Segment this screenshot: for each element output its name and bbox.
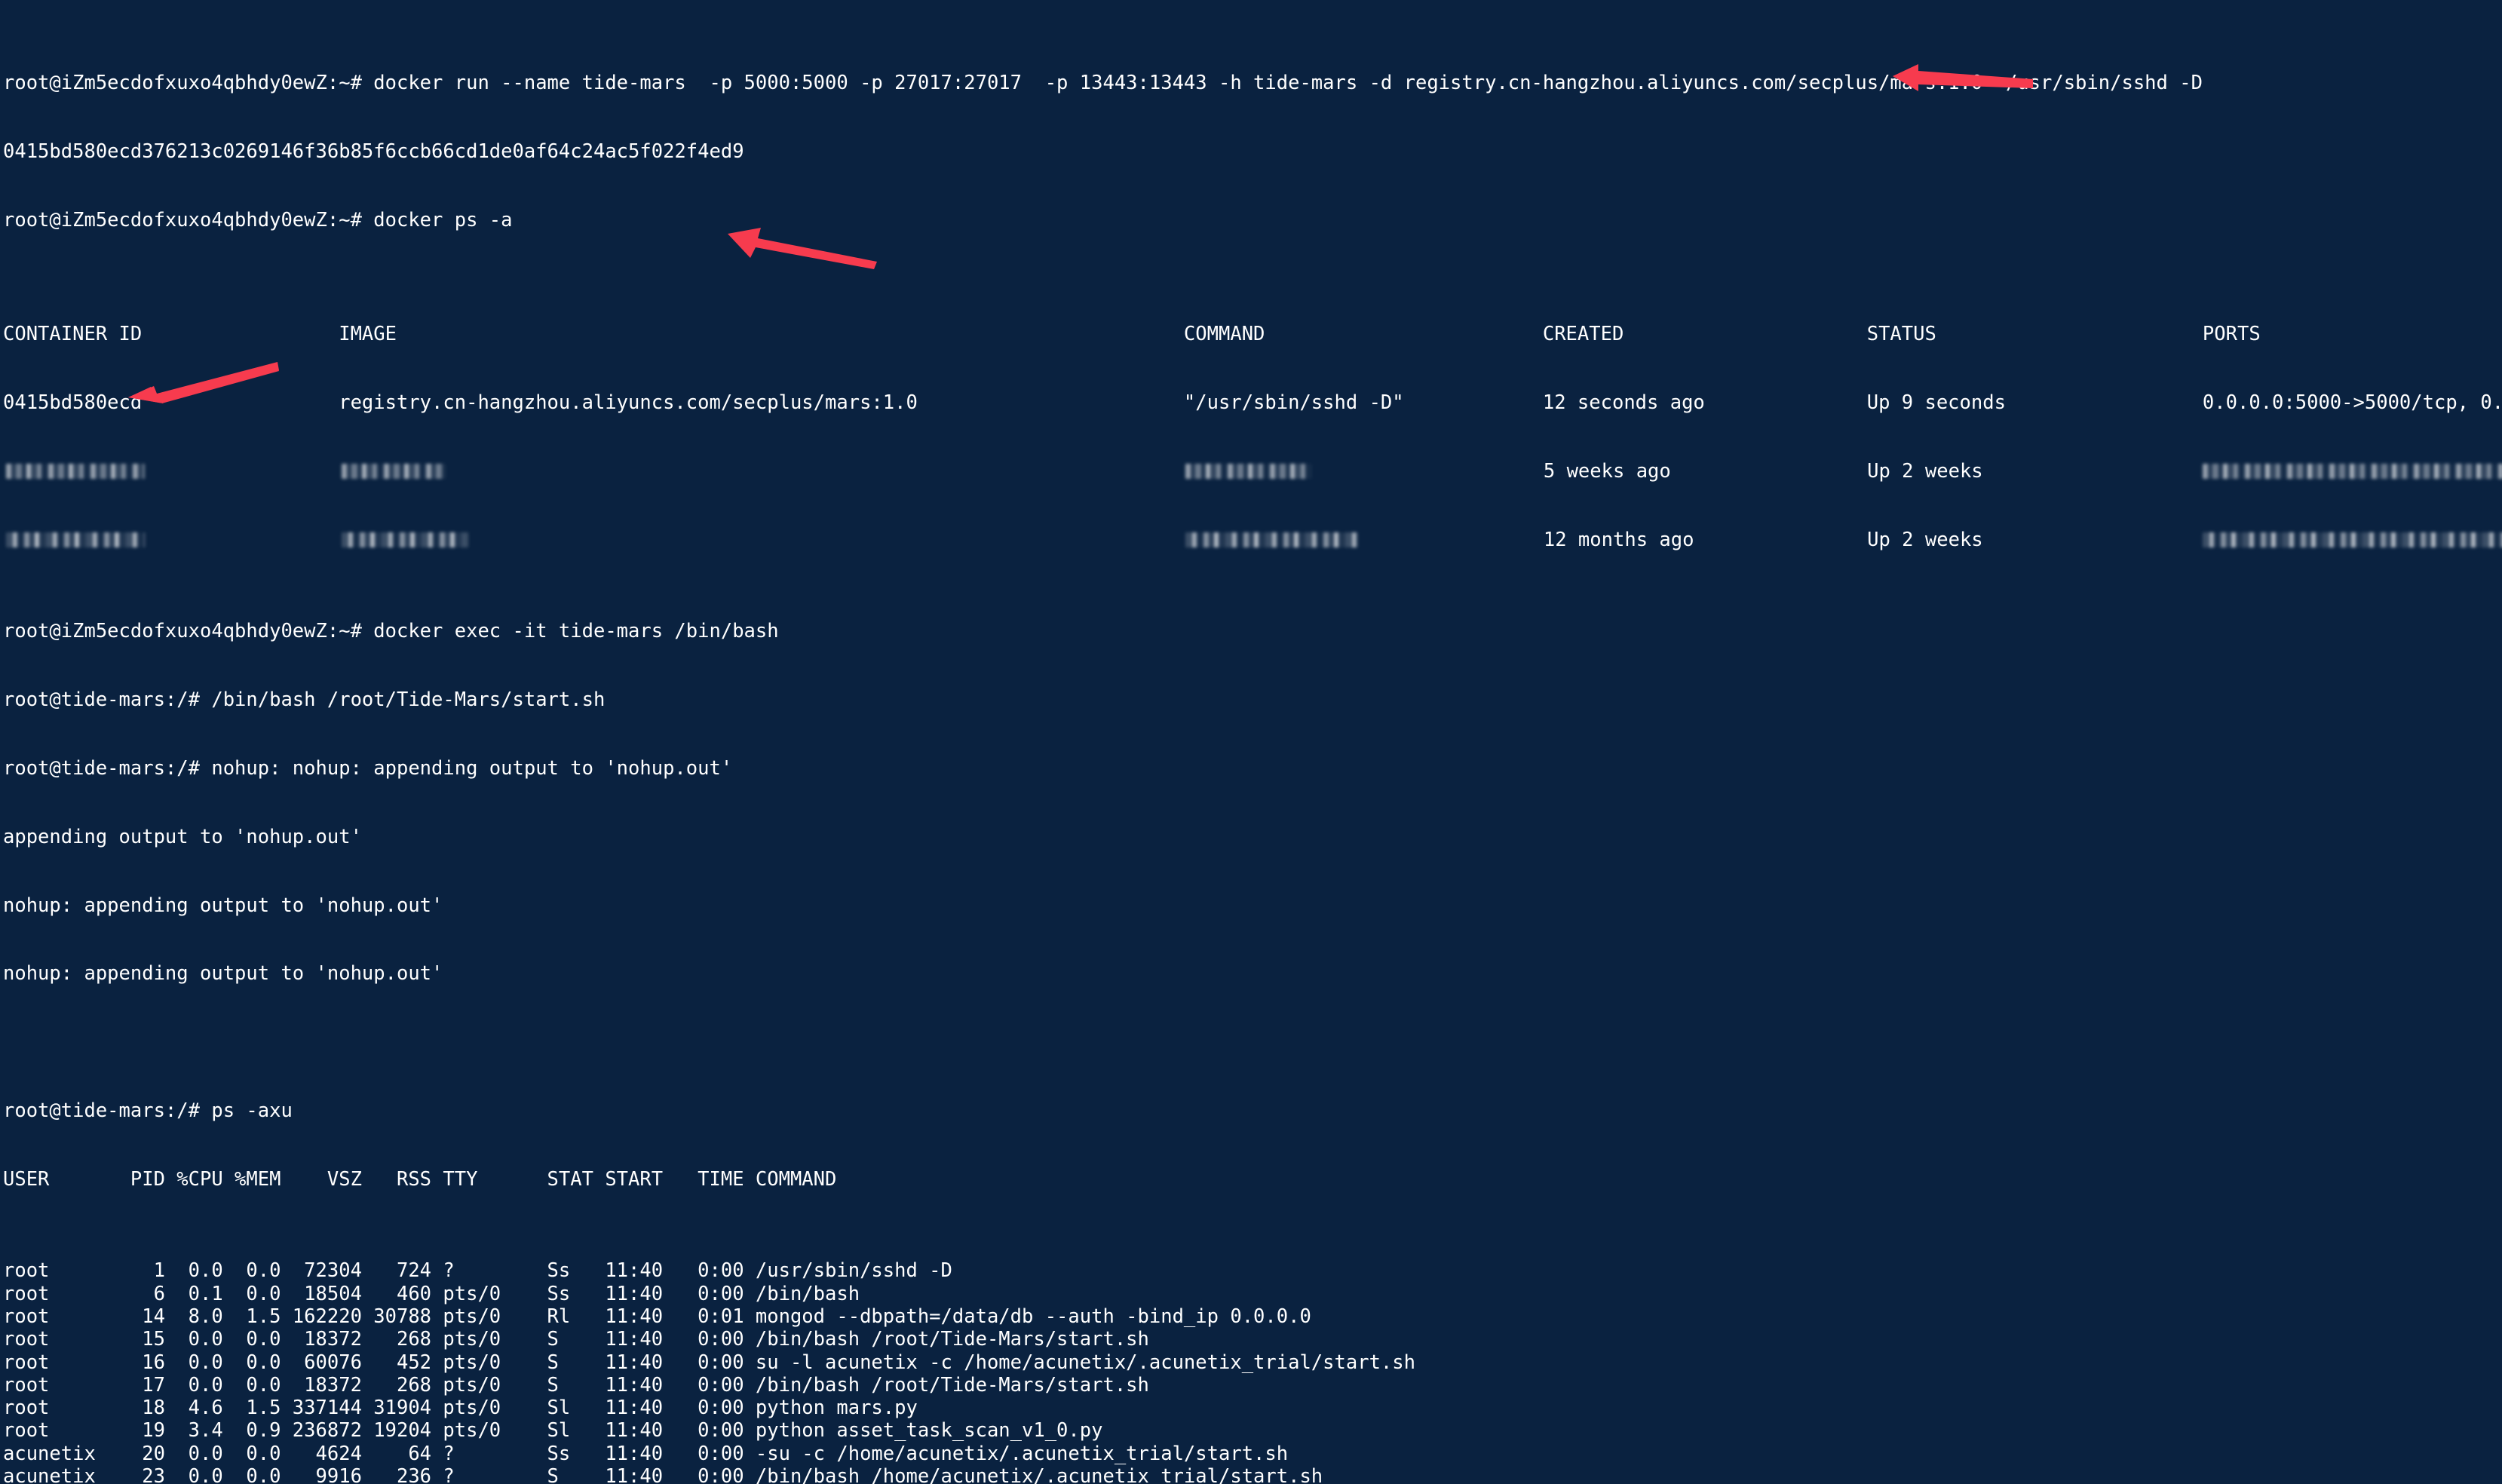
- ps-axu-row: root 1 0.0 0.0 72304 724 ? Ss 11:40 0:00…: [3, 1259, 952, 1283]
- redacted-text-block: [2202, 532, 2502, 547]
- docker-ps-row-text: 0415bd580ecd registry.cn-hangzhou.aliyun…: [3, 391, 2502, 415]
- docker-ps-created-cell: 5 weeks ago: [1543, 459, 1671, 483]
- docker-ps-row: 0415bd580ecd registry.cn-hangzhou.aliyun…: [3, 391, 2502, 414]
- terminal-line-docker-exec: root@iZm5ecdofxuxo4qbhdy0ewZ:~# docker e…: [3, 620, 779, 643]
- ps-axu-row: root 15 0.0 0.0 18372 268 pts/0 S 11:40 …: [3, 1328, 1149, 1351]
- docker-ps-status-cell: Up 2 weeks: [1867, 528, 1983, 551]
- terminal-line-container-hash: 0415bd580ecd376213c0269146f36b85f6ccb66c…: [3, 140, 744, 163]
- terminal-line-docker-ps: root@iZm5ecdofxuxo4qbhdy0ewZ:~# docker p…: [3, 208, 513, 231]
- ps-axu-rows: root 1 0.0 0.0 72304 724 ? Ss 11:40 0:00…: [3, 1259, 2502, 1484]
- terminal-line-nohup-4: nohup: appending output to 'nohup.out': [3, 962, 443, 986]
- ps-axu-row: root 14 8.0 1.5 162220 30788 pts/0 Rl 11…: [3, 1305, 1311, 1328]
- terminal-line-nohup-3: nohup: appending output to 'nohup.out': [3, 894, 443, 917]
- ps-axu-row: root 16 0.0 0.0 60076 452 pts/0 S 11:40 …: [3, 1351, 1415, 1374]
- docker-ps-row-redacted: 12 months ago Up 2 weeks: [3, 529, 2502, 551]
- docker-ps-row-redacted: 5 weeks ago Up 2 weeks: [3, 460, 2502, 483]
- redacted-text-block: [341, 463, 446, 479]
- ps-axu-row: root 18 4.6 1.5 337144 31904 pts/0 Sl 11…: [3, 1397, 918, 1420]
- ps-axu-row: acunetix 23 0.0 0.0 9916 236 ? S 11:40 0…: [3, 1465, 1323, 1484]
- ps-axu-row: root 19 3.4 0.9 236872 19204 pts/0 Sl 11…: [3, 1419, 1103, 1443]
- redacted-text-block: [2202, 463, 2502, 479]
- terminal-window[interactable]: root@iZm5ecdofxuxo4qbhdy0ewZ:~# docker r…: [0, 0, 2502, 1484]
- ps-axu-row: root 17 0.0 0.0 18372 268 pts/0 S 11:40 …: [3, 1373, 1149, 1397]
- terminal-line-nohup-1: root@tide-mars:/# nohup: nohup: appendin…: [3, 756, 733, 780]
- ps-axu-row: root 6 0.1 0.0 18504 460 pts/0 Ss 11:40 …: [3, 1282, 860, 1305]
- redacted-text-block: [341, 532, 469, 547]
- docker-ps-status-cell: Up 2 weeks: [1867, 459, 1983, 483]
- docker-ps-header-row: CONTAINER ID IMAGE COMMAND CREATED STATU…: [3, 323, 2502, 345]
- annotation-arrow-icon-1: [1893, 17, 2036, 91]
- terminal-line-start-sh: root@tide-mars:/# /bin/bash /root/Tide-M…: [3, 688, 606, 711]
- redacted-text-block: [6, 532, 145, 547]
- ps-axu-header-row: USER PID %CPU %MEM VSZ RSS TTY STAT STAR…: [3, 1168, 837, 1191]
- docker-ps-created-cell: 12 months ago: [1543, 528, 1694, 551]
- ps-axu-row: acunetix 20 0.0 0.0 4624 64 ? Ss 11:40 0…: [3, 1442, 1289, 1465]
- redacted-text-block: [6, 463, 145, 479]
- docker-ps-header-text: CONTAINER ID IMAGE COMMAND CREATED STATU…: [3, 323, 2261, 346]
- terminal-line-ps-axu-command: root@tide-mars:/# ps -axu: [3, 1099, 293, 1123]
- terminal-line-nohup-2: appending output to 'nohup.out': [3, 825, 362, 848]
- redacted-text-block: [1185, 463, 1313, 479]
- redacted-text-block: [1185, 532, 1359, 547]
- terminal-line-docker-run: root@iZm5ecdofxuxo4qbhdy0ewZ:~# docker r…: [3, 71, 2203, 94]
